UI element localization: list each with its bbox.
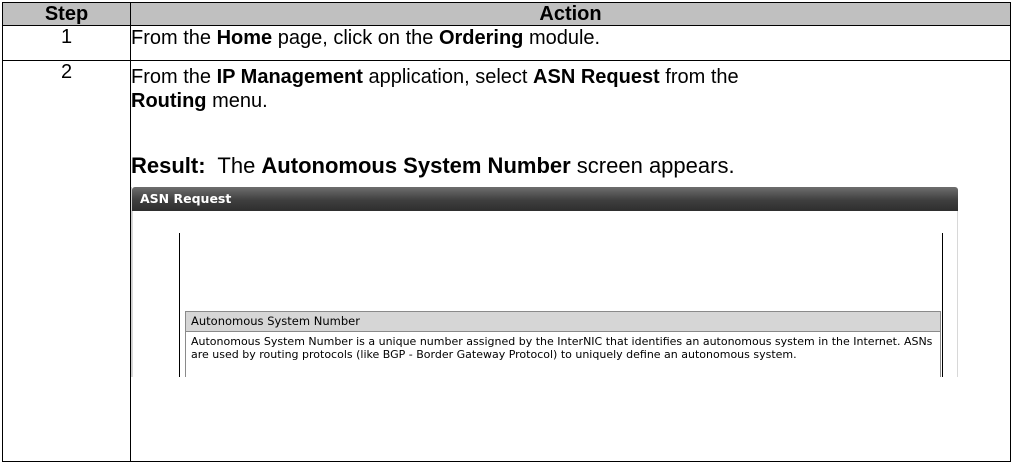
step-number: 1 <box>2 25 131 61</box>
action-bold: Home <box>216 27 273 49</box>
action-text: menu. <box>206 90 268 112</box>
window-titlebar: ASN Request <box>132 187 958 211</box>
table-row: 2 From the IP Management application, se… <box>2 60 1011 462</box>
action-bold: ASN Request <box>533 66 660 88</box>
result-paragraph: Result: The Autonomous System Number scr… <box>131 153 1010 179</box>
result-bold: Autonomous System Number <box>261 153 571 178</box>
procedure-table: Step Action 1 From the Home page, click … <box>2 2 1011 462</box>
result-text: The <box>205 153 262 178</box>
action-text: module. <box>523 27 601 49</box>
step-number: 2 <box>2 60 131 462</box>
result-text: screen appears. <box>570 153 735 178</box>
info-panel: Autonomous System Number Autonomous Syst… <box>185 311 941 377</box>
action-text: From the <box>131 66 217 88</box>
panel-title: Autonomous System Number <box>185 311 941 332</box>
action-bold: IP Management <box>216 66 363 88</box>
table-row: 1 From the Home page, click on the Order… <box>2 25 1011 61</box>
column-header-step: Step <box>2 2 131 26</box>
action-cell: From the IP Management application, sele… <box>130 60 1011 462</box>
action-text: application, select <box>362 66 534 88</box>
action-cell: From the Home page, click on the Orderin… <box>130 25 1011 61</box>
result-label: Result: <box>131 153 206 178</box>
action-bold: Routing <box>131 90 207 112</box>
action-text: from the <box>659 66 739 88</box>
asn-request-screenshot: ASN Request Autonomous System Number Aut… <box>131 187 958 377</box>
action-text: From the <box>131 27 217 49</box>
action-bold: Ordering <box>438 27 524 49</box>
divider-left <box>179 233 180 377</box>
window-body: Autonomous System Number Autonomous Syst… <box>132 211 958 377</box>
column-header-action: Action <box>130 2 1011 26</box>
divider-right <box>942 233 943 377</box>
action-text: page, click on the <box>272 27 439 49</box>
instruction-paragraph: From the IP Management application, sele… <box>131 65 1010 113</box>
panel-description: Autonomous System Number is a unique num… <box>185 332 941 377</box>
